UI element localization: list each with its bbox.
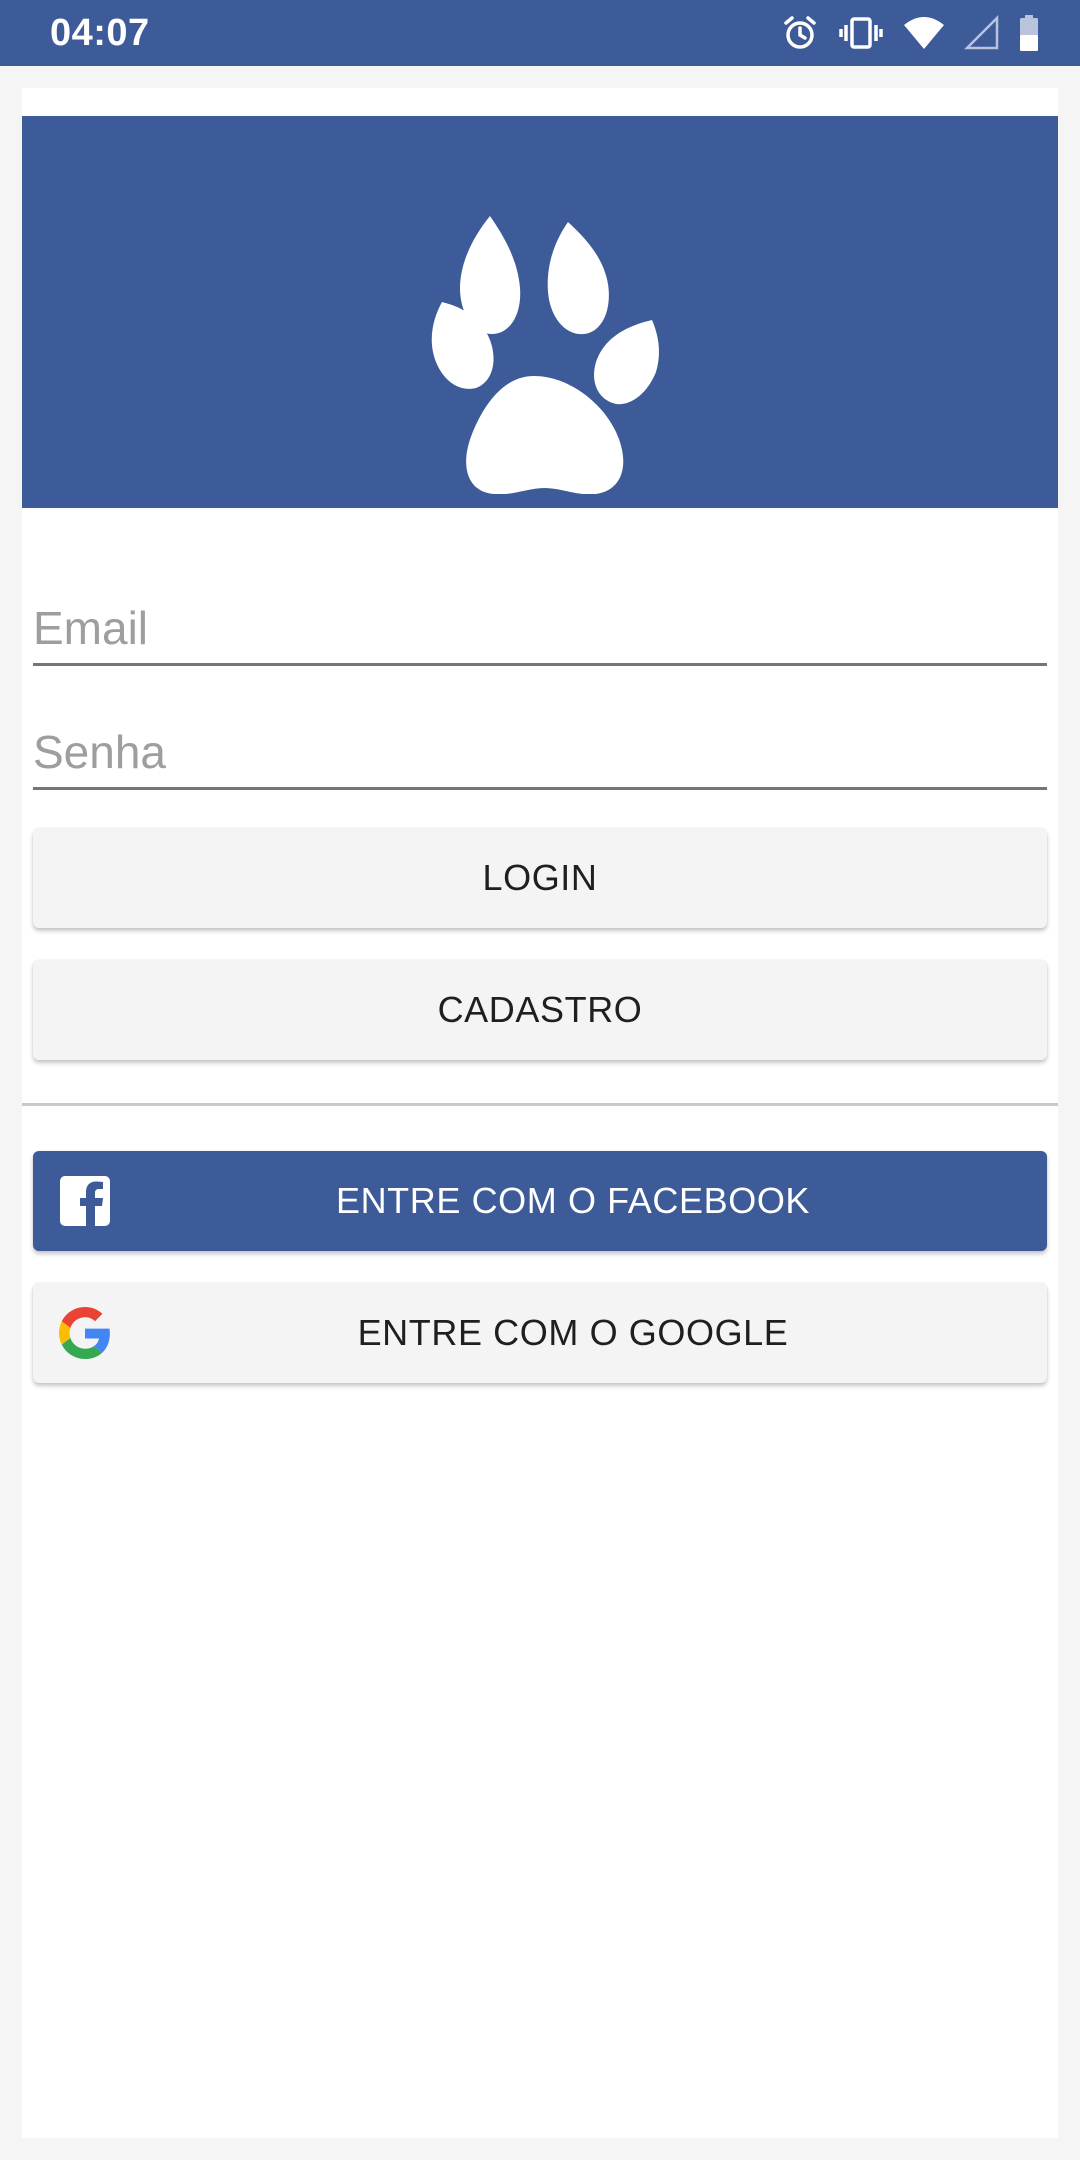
divider [22,1103,1058,1106]
google-icon [59,1307,110,1359]
password-field[interactable] [33,724,1047,790]
login-button[interactable]: LOGIN [33,828,1047,928]
status-time: 04:07 [50,12,150,54]
facebook-button-label: ENTRE COM O FACEBOOK [335,1180,811,1221]
paw-icon [431,216,659,494]
status-icons [780,10,1040,56]
google-login-button[interactable]: ENTRE COM O GOOGLE [33,1283,1047,1383]
status-bar: 04:07 [0,0,1080,66]
email-field[interactable] [33,600,1047,666]
facebook-icon [60,1176,110,1226]
facebook-login-button[interactable]: ENTRE COM O FACEBOOK [33,1151,1047,1251]
google-button-label: ENTRE COM O GOOGLE [357,1312,789,1353]
cell-signal-icon [964,15,999,50]
alarm-icon [784,16,816,49]
wifi-icon [904,17,944,49]
vibrate-icon [839,17,883,49]
login-button-label: LOGIN [482,857,598,898]
header-banner [22,116,1058,508]
login-card: LOGIN CADASTRO ENTRE COM O FACEBOOK ENTR… [22,88,1058,2138]
battery-icon [1020,15,1038,51]
register-button[interactable]: CADASTRO [33,960,1047,1060]
register-button-label: CADASTRO [437,989,643,1030]
